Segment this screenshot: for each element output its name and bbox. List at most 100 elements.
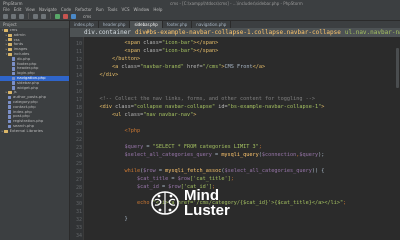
code-token: ); [318,152,325,158]
menu-item-help[interactable]: Help [153,7,162,12]
code-token: = [155,168,166,174]
code-token: $row [143,168,156,174]
line-number: 30 [75,200,82,207]
code-line[interactable]: <?php [87,127,140,135]
code-token: "icon-bar" [161,40,194,46]
tree-item-label: External Libraries [9,127,43,133]
code-token: <!-- Collect the nav links, forms, and o… [99,96,316,102]
folder-icon [8,33,12,37]
line-number: 18 [75,104,82,111]
code-token: <a [112,64,122,70]
code-line[interactable]: </button> [87,55,140,63]
menu-item-edit[interactable]: Edit [14,7,22,12]
code-line[interactable]: <ul class="nav navbar-nav"> [87,111,196,119]
editor-tab-bar: index.php header.php sidebar.php footer.php… [70,21,400,28]
php-file-icon [12,62,15,66]
menu-item-tools[interactable]: Tools [108,7,118,12]
menu-item-window[interactable]: Window [134,7,150,12]
editor-tab[interactable]: navigation.php [192,21,232,28]
debug-icon[interactable] [63,13,68,19]
code-token: $query [124,144,144,150]
code-token: "collapse navbar-collapse" [133,104,219,110]
line-number: 17 [75,96,82,103]
code-line[interactable]: while($row = mysqli_fetch_assoc($select_… [87,167,324,175]
tree-item[interactable]: ▸ External Libraries [0,127,69,134]
code-line[interactable]: } [87,215,128,223]
code-token: <span [124,48,144,54]
editor-tab[interactable]: sidebar.php [130,21,163,28]
code-token: "navbar-brand" [140,64,187,70]
menu-item-navigate[interactable]: Navigate [39,7,57,12]
toolbar-divider [28,13,29,19]
php-file-icon [8,105,11,109]
code-token: "icon-bar" [161,48,194,54]
folder-icon [8,52,12,56]
code-line[interactable]: <div class="collapse navbar-collapse" id… [87,103,325,111]
php-file-icon [12,71,15,76]
settings-icon[interactable] [71,13,76,19]
line-number: 14 [75,72,82,79]
code-token: } [124,216,128,222]
code-line[interactable]: $select_all_categories_query = mysqli_qu… [87,151,324,159]
run-icon[interactable] [55,13,60,19]
php-file-icon [12,76,15,81]
breadcrumb-item[interactable]: div#bs-example-navbar-collapse-1.collaps… [135,29,341,36]
code-token: ; [230,176,234,182]
menu-item-refactor[interactable]: Refactor [75,7,92,12]
menu-item-vcs[interactable]: VCS [121,7,129,12]
menu-item-view[interactable]: View [25,7,35,12]
code-token: while [124,168,141,174]
sync-icon[interactable] [19,13,24,19]
watermark-line-2: Luster [184,202,230,219]
line-number: 29 [75,192,82,199]
code-token: ></span> [193,40,219,46]
undo-icon[interactable] [33,13,38,19]
code-token: class= [124,112,144,118]
code-token: = [143,144,153,150]
breadcrumb-item[interactable]: ul.nav.navbar-nav [345,29,400,36]
code-token: "/cms" [202,64,222,70]
redo-icon[interactable] [41,13,46,19]
tree-item-label: widget.php [17,84,39,90]
editor-scrollbar[interactable] [396,48,399,88]
code-token: "SELECT * FROM categories LIMIT 3" [152,144,259,150]
code-line[interactable]: $query = "SELECT * FROM categories LIMIT… [87,143,262,151]
code-token: ['cat_title'] [190,176,231,182]
project-breadcrumb[interactable]: cms [83,14,91,19]
line-number: 25 [75,160,82,167]
menu-item-code[interactable]: Code [61,7,71,12]
editor-tab[interactable]: header.php [98,21,131,28]
menu-item-run[interactable]: Run [96,7,104,12]
breadcrumb-item[interactable]: div.container [84,29,131,36]
code-token: ; [258,144,262,150]
code-token: $row [177,176,191,182]
line-number: 28 [75,184,82,191]
toolbar-divider [50,13,51,19]
code-token: $query [299,152,319,158]
code-line[interactable]: </div> [87,71,119,79]
folder-icon [4,129,8,133]
line-number: 10 [75,40,82,47]
code-line[interactable]: <a class="navbar-brand" href="/cms">CMS … [87,63,265,71]
code-token: = [168,176,178,182]
code-line[interactable]: <span class="icon-bar"></span> [87,47,218,55]
save-icon[interactable] [11,13,16,19]
menu-item-file[interactable]: File [3,7,10,12]
open-icon[interactable] [3,13,8,19]
editor-tab[interactable]: footer.php [162,21,193,28]
editor-tab[interactable]: index.php [70,21,99,28]
app-title: PhpStorm [3,0,23,6]
code-token: </div> [99,72,119,78]
code-line[interactable]: <!-- Collect the nav links, forms, and o… [87,95,316,103]
watermark-line-1: Mind [184,187,219,204]
brain-logo-icon [151,191,179,215]
php-file-icon [8,95,11,100]
code-token: mysqli_query [221,152,259,158]
code-line[interactable]: $cat_title = $row['cat_title']; [87,175,234,183]
code-line[interactable]: <span class="icon-bar"></span> [87,39,218,47]
